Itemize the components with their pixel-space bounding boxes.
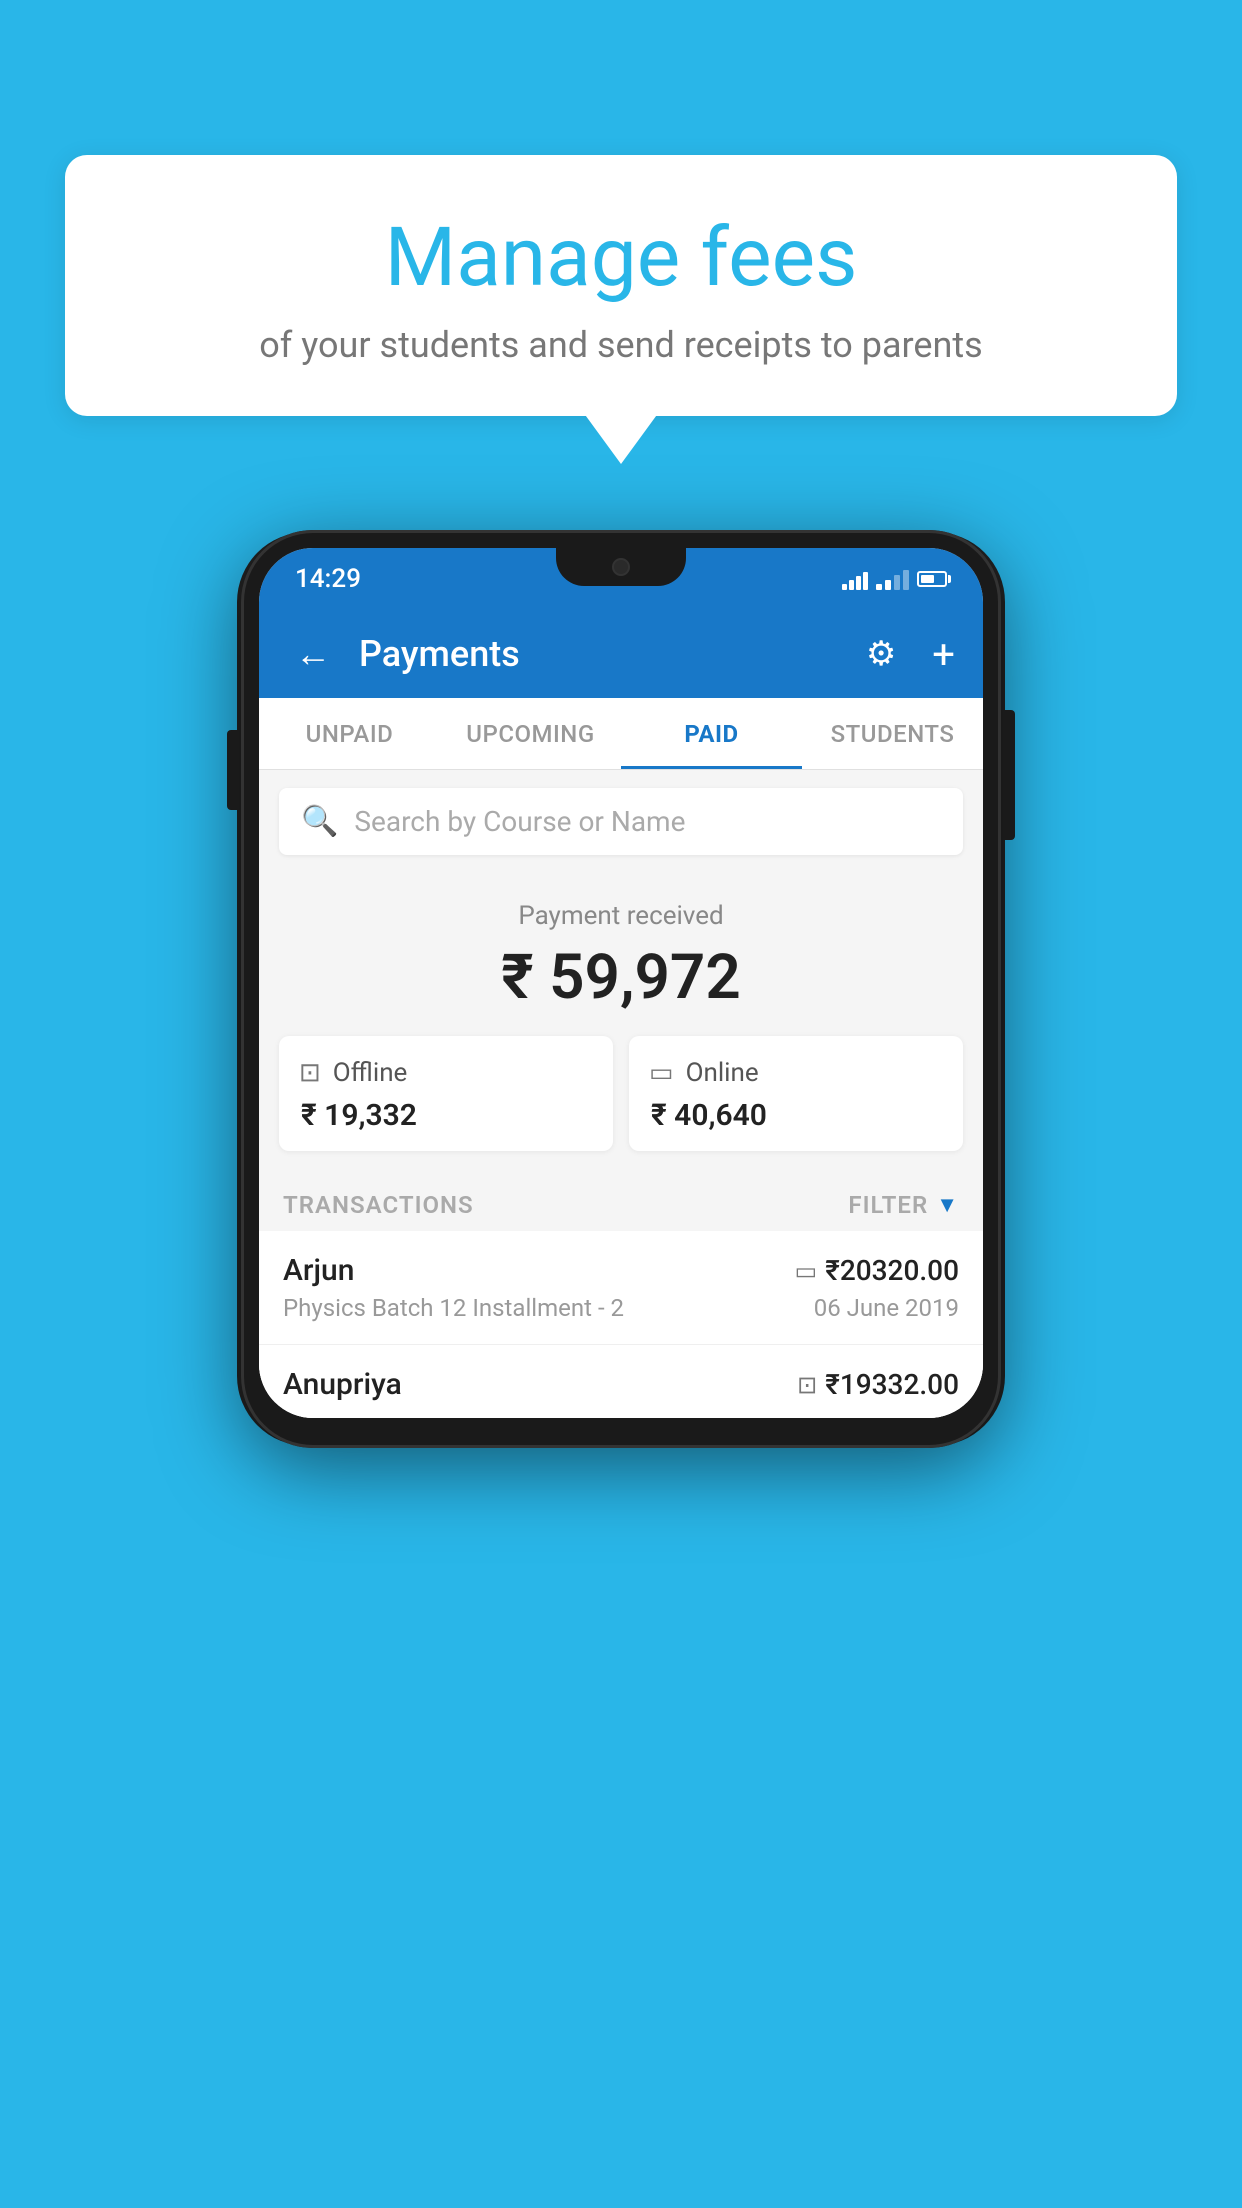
amount-wrap-anupriya: ⊡ ₹19332.00	[797, 1368, 959, 1401]
payment-summary: Payment received ₹ 59,972	[259, 873, 983, 1036]
phone-device: 14:29	[241, 530, 1001, 1448]
background: Manage fees of your students and send re…	[0, 0, 1242, 2208]
add-button[interactable]: +	[932, 631, 955, 678]
offline-amount: ₹ 19,332	[299, 1098, 593, 1133]
tab-upcoming[interactable]: UPCOMING	[440, 698, 621, 769]
signal-icon	[876, 568, 909, 590]
tab-students[interactable]: STUDENTS	[802, 698, 983, 769]
status-bar: 14:29	[259, 548, 983, 610]
filter-button[interactable]: FILTER ▼	[848, 1191, 959, 1219]
amount-wrap-arjun: ▭ ₹20320.00	[795, 1254, 959, 1287]
offline-icon: ⊡	[299, 1058, 321, 1088]
online-amount: ₹ 40,640	[649, 1098, 943, 1133]
offline-label: Offline	[333, 1058, 408, 1088]
tab-paid[interactable]: PAID	[621, 698, 802, 769]
transaction-top-arjun: Arjun ▭ ₹20320.00	[283, 1253, 959, 1288]
payment-amount: ₹ 59,972	[279, 941, 963, 1014]
search-bar[interactable]: 🔍 Search by Course or Name	[279, 788, 963, 855]
transactions-header: TRANSACTIONS FILTER ▼	[259, 1175, 983, 1231]
transaction-description: Physics Batch 12 Installment - 2	[283, 1294, 624, 1322]
cards-row: ⊡ Offline ₹ 19,332 ▭ Online ₹ 40,640	[259, 1036, 983, 1175]
transaction-amount: ₹19332.00	[825, 1368, 959, 1401]
battery-icon	[917, 571, 947, 587]
tab-unpaid[interactable]: UNPAID	[259, 698, 440, 769]
back-button[interactable]: ←	[287, 625, 339, 683]
offline-card: ⊡ Offline ₹ 19,332	[279, 1036, 613, 1151]
transaction-top-anupriya: Anupriya ⊡ ₹19332.00	[283, 1367, 959, 1402]
online-label: Online	[686, 1058, 759, 1088]
app-header: ← Payments ⚙ +	[259, 610, 983, 698]
camera	[612, 558, 630, 576]
bubble-subtitle: of your students and send receipts to pa…	[125, 324, 1117, 366]
transaction-date: 06 June 2019	[814, 1294, 959, 1322]
filter-icon: ▼	[936, 1192, 959, 1218]
phone-body: 14:29	[241, 530, 1001, 1448]
transactions-label: TRANSACTIONS	[283, 1191, 474, 1219]
status-icons	[842, 568, 947, 590]
transaction-list: Arjun ▭ ₹20320.00 Physics Batch 12 Insta…	[259, 1231, 983, 1418]
status-time: 14:29	[295, 564, 361, 594]
filter-label: FILTER	[848, 1191, 928, 1219]
settings-icon[interactable]: ⚙	[866, 634, 896, 674]
online-icon: ▭	[649, 1058, 674, 1088]
transaction-bottom-arjun: Physics Batch 12 Installment - 2 06 June…	[283, 1294, 959, 1322]
wifi-icon	[842, 568, 868, 590]
search-placeholder: Search by Course or Name	[354, 805, 685, 838]
notch	[556, 548, 686, 586]
table-row[interactable]: Arjun ▭ ₹20320.00 Physics Batch 12 Insta…	[259, 1231, 983, 1345]
tabs-bar: UNPAID UPCOMING PAID STUDENTS	[259, 698, 983, 770]
offline-card-header: ⊡ Offline	[299, 1058, 593, 1088]
transaction-amount: ₹20320.00	[825, 1254, 959, 1287]
table-row[interactable]: Anupriya ⊡ ₹19332.00	[259, 1345, 983, 1418]
speech-bubble: Manage fees of your students and send re…	[65, 155, 1177, 416]
payment-label: Payment received	[279, 901, 963, 931]
transaction-name: Anupriya	[283, 1367, 402, 1402]
search-icon: 🔍	[301, 804, 338, 839]
phone-screen: 14:29	[259, 548, 983, 1418]
online-card: ▭ Online ₹ 40,640	[629, 1036, 963, 1151]
transaction-name: Arjun	[283, 1253, 354, 1288]
header-title: Payments	[359, 633, 846, 675]
cash-payment-icon: ⊡	[797, 1371, 817, 1399]
search-container: 🔍 Search by Course or Name	[259, 770, 983, 873]
card-payment-icon: ▭	[795, 1257, 818, 1285]
bubble-title: Manage fees	[125, 210, 1117, 306]
online-card-header: ▭ Online	[649, 1058, 943, 1088]
